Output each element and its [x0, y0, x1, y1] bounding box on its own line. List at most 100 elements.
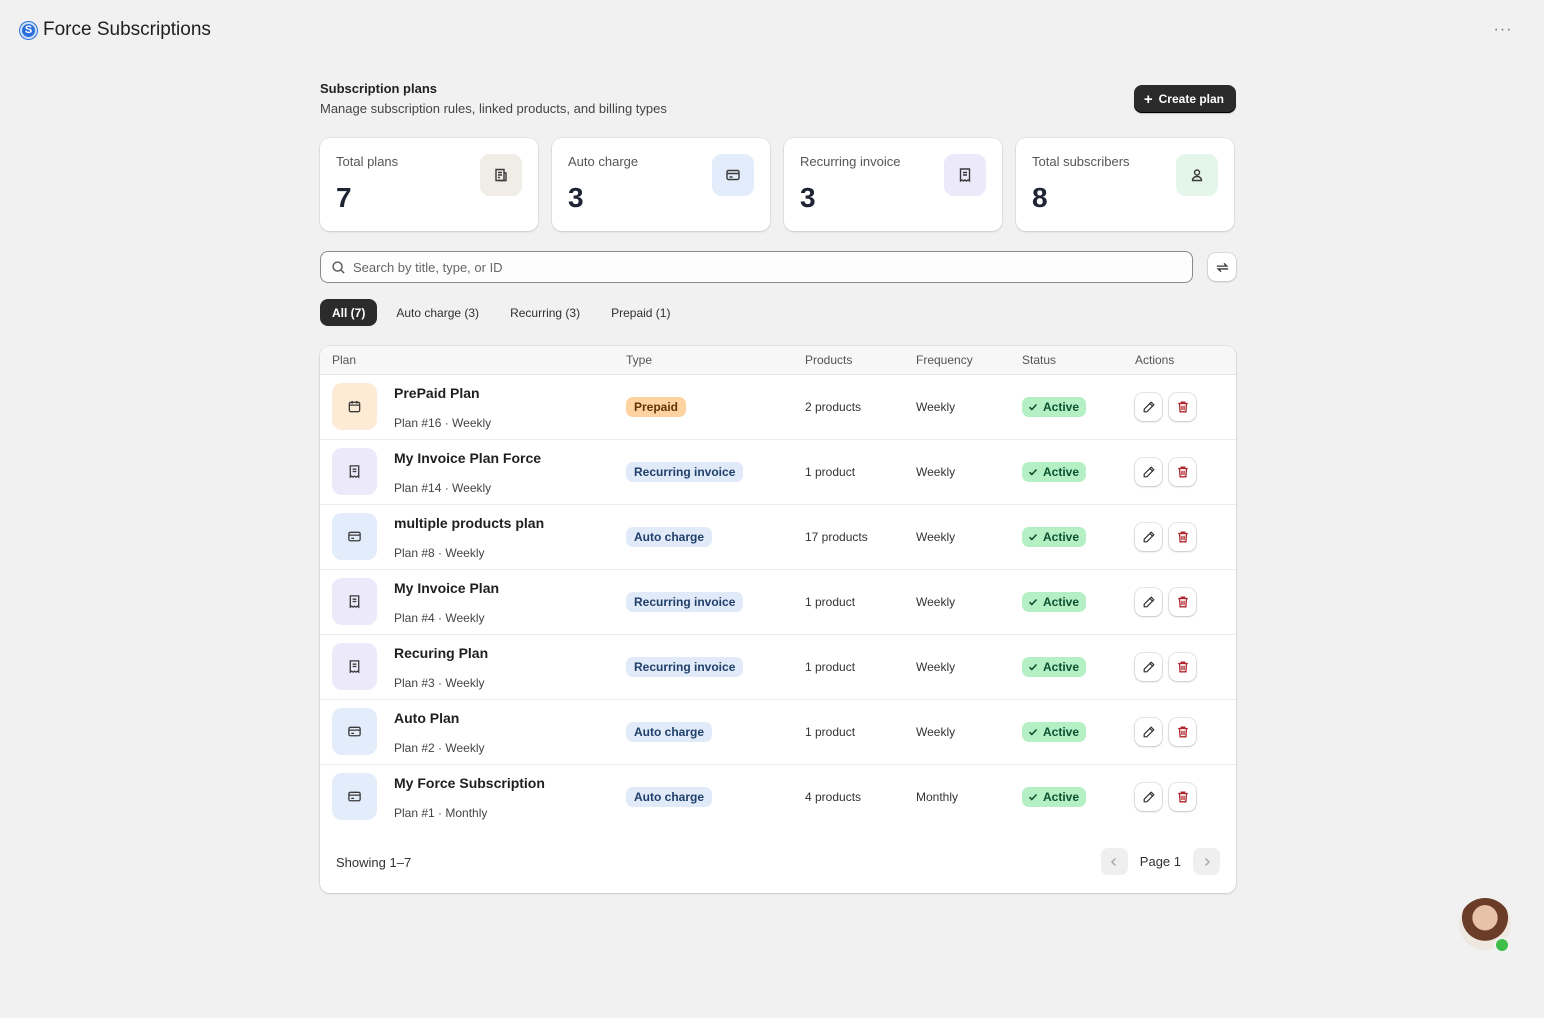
- delete-button[interactable]: [1169, 458, 1196, 486]
- status-label: Active: [1043, 530, 1080, 544]
- table-row[interactable]: My Force Subscription Plan #1 · Monthly …: [320, 765, 1236, 830]
- create-plan-button[interactable]: + Create plan: [1133, 85, 1236, 113]
- app-topbar: S Force Subscriptions ···: [0, 0, 1544, 60]
- type-badge: Recurring invoice: [626, 462, 744, 482]
- plan-name: Auto Plan: [394, 710, 460, 726]
- online-status-dot: [1494, 937, 1510, 953]
- plan-meta: Plan #2 · Weekly: [394, 741, 485, 755]
- status-label: Active: [1043, 725, 1080, 739]
- plan-name: PrePaid Plan: [394, 385, 480, 401]
- trash-icon: [1177, 596, 1188, 608]
- table-row[interactable]: Recuring Plan Plan #3 · Weekly Recurring…: [320, 635, 1236, 700]
- plan-meta: Plan #1 · Monthly: [394, 806, 488, 820]
- plus-icon: +: [1143, 90, 1153, 108]
- frequency: Monthly: [916, 790, 959, 804]
- stat-card-total-plans: Total plans 7: [320, 138, 538, 231]
- edit-button[interactable]: [1135, 653, 1162, 681]
- edit-button[interactable]: [1135, 588, 1162, 616]
- search-input[interactable]: [353, 259, 1173, 275]
- stat-card-total-subscribers: Total subscribers 8: [1016, 138, 1234, 231]
- next-page-button[interactable]: [1193, 848, 1220, 875]
- plan-name: My Invoice Plan Force: [394, 450, 542, 466]
- status-badge: Active: [1022, 657, 1087, 677]
- trash-icon: [1177, 466, 1188, 478]
- tab-all[interactable]: All (7): [320, 299, 378, 326]
- chevron-left-icon: [1111, 857, 1117, 866]
- column-header-status: Status: [1022, 353, 1057, 367]
- check-icon: [1028, 793, 1038, 801]
- credit-card-icon: [332, 708, 377, 755]
- edit-button[interactable]: [1135, 393, 1162, 421]
- type-badge: Recurring invoice: [626, 592, 744, 612]
- delete-button[interactable]: [1169, 783, 1196, 811]
- plan-name: multiple products plan: [394, 515, 545, 531]
- filter-tabs: All (7) Auto charge (3) Recurring (3) Pr…: [320, 299, 689, 326]
- table-row[interactable]: Auto Plan Plan #2 · Weekly Auto charge 1…: [320, 700, 1236, 765]
- table-row[interactable]: My Invoice Plan Force Plan #14 · Weekly …: [320, 440, 1236, 505]
- table-row[interactable]: PrePaid Plan Plan #16 · Weekly Prepaid 2…: [320, 375, 1236, 440]
- tab-auto-charge[interactable]: Auto charge (3): [384, 299, 491, 326]
- plans-table: Plan Type Products Frequency Status Acti…: [320, 346, 1236, 893]
- frequency: Weekly: [916, 530, 956, 544]
- tab-prepaid[interactable]: Prepaid (1): [599, 299, 682, 326]
- status-label: Active: [1043, 790, 1080, 804]
- showing-count: Showing 1–7: [336, 855, 412, 870]
- refresh-button[interactable]: [1208, 253, 1236, 281]
- search-field[interactable]: [320, 251, 1193, 283]
- table-body: PrePaid Plan Plan #16 · Weekly Prepaid 2…: [320, 375, 1236, 830]
- trash-icon: [1177, 791, 1188, 803]
- check-icon: [1028, 403, 1038, 411]
- delete-button[interactable]: [1169, 393, 1196, 421]
- status-label: Active: [1043, 595, 1080, 609]
- plan-meta: Plan #3 · Weekly: [394, 676, 485, 690]
- stat-card-auto-charge: Auto charge 3: [552, 138, 770, 231]
- table-row[interactable]: multiple products plan Plan #8 · Weekly …: [320, 505, 1236, 570]
- edit-button[interactable]: [1135, 718, 1162, 746]
- pencil-icon: [1143, 726, 1154, 738]
- app-title: Force Subscriptions: [43, 19, 211, 40]
- stat-card-recurring-invoice: Recurring invoice 3: [784, 138, 1002, 231]
- table-row[interactable]: My Invoice Plan Plan #4 · Weekly Recurri…: [320, 570, 1236, 635]
- edit-button[interactable]: [1135, 458, 1162, 486]
- check-icon: [1028, 533, 1038, 541]
- plan-meta: Plan #14 · Weekly: [394, 481, 492, 495]
- search-row: [320, 251, 1236, 283]
- products-count: 1 product: [805, 660, 856, 674]
- status-badge: Active: [1022, 722, 1087, 742]
- delete-button[interactable]: [1169, 718, 1196, 746]
- app-logo-icon: S: [20, 21, 37, 39]
- status-badge: Active: [1022, 462, 1087, 482]
- refresh-icon: [1216, 262, 1228, 272]
- tab-recurring[interactable]: Recurring (3): [498, 299, 592, 326]
- more-options-button[interactable]: ···: [1492, 20, 1514, 40]
- pencil-icon: [1143, 401, 1154, 413]
- delete-button[interactable]: [1169, 653, 1196, 681]
- plan-meta: Plan #4 · Weekly: [394, 611, 485, 625]
- frequency: Weekly: [916, 465, 956, 479]
- type-badge: Auto charge: [626, 722, 713, 742]
- type-badge: Recurring invoice: [626, 657, 744, 677]
- plans-icon: [480, 154, 522, 196]
- column-header-type: Type: [626, 353, 653, 367]
- receipt-icon: [944, 154, 986, 196]
- receipt-icon: [332, 578, 377, 625]
- table-header: Plan Type Products Frequency Status Acti…: [320, 346, 1236, 375]
- main-content: Subscription plans Manage subscription r…: [320, 78, 1236, 893]
- table-footer: Showing 1–7 Page 1: [320, 846, 1236, 882]
- stat-value: 3: [800, 182, 816, 213]
- previous-page-button[interactable]: [1100, 848, 1128, 875]
- page-title: Subscription plans: [320, 81, 438, 96]
- column-header-products: Products: [805, 353, 853, 367]
- delete-button[interactable]: [1169, 588, 1196, 616]
- type-badge: Prepaid: [626, 397, 687, 417]
- stat-value: 8: [1032, 182, 1048, 213]
- edit-button[interactable]: [1135, 783, 1162, 811]
- credit-card-icon: [332, 513, 377, 560]
- page-subtitle: Manage subscription rules, linked produc…: [320, 101, 667, 116]
- plan-name: My Invoice Plan: [394, 580, 500, 596]
- products-count: 1 product: [805, 725, 856, 739]
- delete-button[interactable]: [1169, 523, 1196, 551]
- column-header-actions: Actions: [1135, 353, 1175, 367]
- status-badge: Active: [1022, 397, 1087, 417]
- edit-button[interactable]: [1135, 523, 1162, 551]
